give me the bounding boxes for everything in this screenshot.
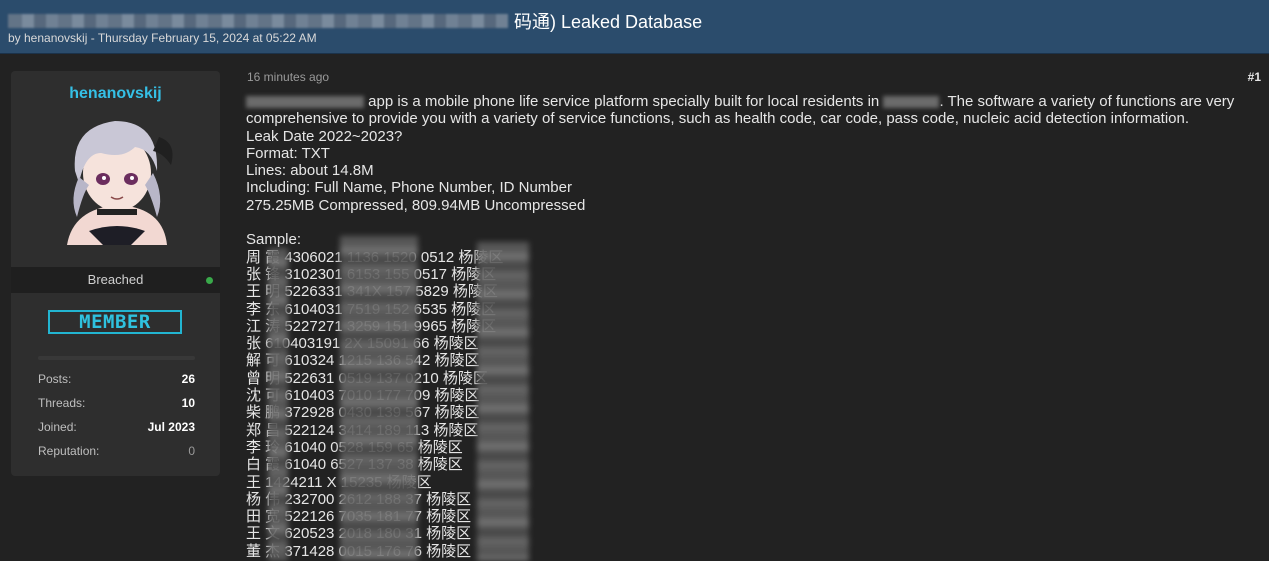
stat-value[interactable]: 0: [188, 444, 195, 468]
stat-reputation: Reputation: 0: [38, 444, 195, 468]
stat-value[interactable]: 26: [182, 372, 195, 396]
including: Including: Full Name, Phone Number, ID N…: [246, 179, 572, 197]
author-panel: henanovskij Breached MEMBER Posts: 26 Th…: [11, 71, 220, 476]
thread-byline: by henanovskij - Thursday February 15, 2…: [8, 31, 317, 45]
stat-value: Jul 2023: [147, 420, 195, 434]
thread-title: 码通) Leaked Database: [8, 10, 702, 32]
user-status-bar: Breached: [11, 267, 220, 293]
stat-threads: Threads: 10: [38, 396, 195, 420]
redaction-block: [268, 248, 288, 561]
post-number-link[interactable]: #1: [1248, 70, 1261, 84]
redacted-text: [8, 14, 508, 28]
stat-label: Threads:: [38, 396, 86, 410]
member-badge: MEMBER: [48, 310, 182, 334]
author-stats: Posts: 26 Threads: 10 Joined: Jul 2023 R…: [38, 372, 195, 468]
author-username[interactable]: henanovskij: [11, 85, 220, 103]
redaction-block: [477, 242, 529, 561]
stat-label: Joined:: [38, 420, 77, 434]
redaction-block: [340, 236, 418, 561]
thread-title-text: 码通) Leaked Database: [514, 12, 703, 32]
format: Format: TXT: [246, 144, 330, 162]
thread-header: 码通) Leaked Database by henanovskij - Thu…: [0, 0, 1269, 54]
online-status-icon: [206, 277, 213, 284]
user-status: Breached: [87, 272, 144, 287]
lines-count: Lines: about 14.8M: [246, 162, 374, 180]
stat-posts: Posts: 26: [38, 372, 195, 396]
redacted-text: [246, 96, 364, 109]
avatar[interactable]: [53, 113, 181, 245]
stat-joined: Joined: Jul 2023: [38, 420, 195, 444]
divider: [38, 356, 195, 360]
redacted-text: [883, 96, 940, 109]
size: 275.25MB Compressed, 809.94MB Uncompress…: [246, 196, 586, 214]
post-intro: app is a mobile phone life service platf…: [246, 93, 1256, 128]
post-timestamp: 16 minutes ago: [247, 70, 330, 84]
stat-value[interactable]: 10: [182, 396, 195, 420]
avatar-image: [53, 113, 181, 245]
post-intro-a: app is a mobile phone life service platf…: [368, 93, 880, 110]
stat-label: Posts:: [38, 372, 72, 386]
leak-date: Leak Date 2022~2023?: [246, 127, 403, 145]
stat-label: Reputation:: [38, 444, 100, 458]
